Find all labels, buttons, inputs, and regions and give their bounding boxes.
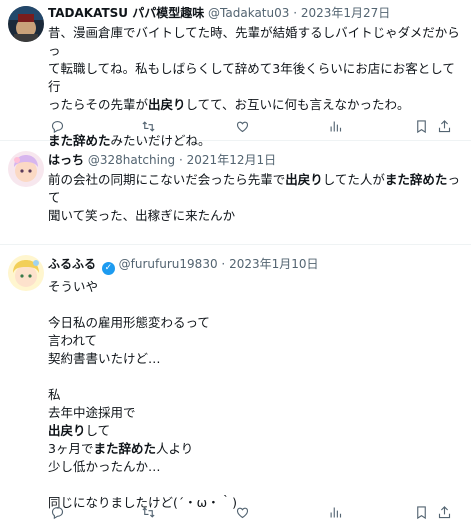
tweet-header: TADAKATSU パパ模型趣味 @Tadakatu03 · 2023年1月27… xyxy=(48,6,391,20)
tweet-line: そういや xyxy=(48,279,99,294)
tweet-line: 出戻りして xyxy=(48,423,111,438)
tweet-line: ったらその先輩が出戻りしてて、お互いに何も言えなかったわ。 xyxy=(48,97,410,112)
tweet-line: 私 xyxy=(48,387,61,402)
timestamp[interactable]: 2021年12月1日 xyxy=(187,153,276,167)
tweet-line: 聞いて笑った、出稼ぎに来たんか xyxy=(48,208,236,223)
retweet-icon[interactable] xyxy=(139,503,157,521)
handle[interactable]: @Tadakatu03 xyxy=(208,6,289,20)
tweet-line: 3ヶ月でまた辞めた人より xyxy=(48,441,194,456)
share-icon[interactable] xyxy=(435,117,453,135)
reply-icon[interactable] xyxy=(48,117,66,135)
reply-icon[interactable] xyxy=(48,503,66,521)
tweet-header: はっち @328hatching · 2021年12月1日 xyxy=(48,153,277,167)
avatar[interactable] xyxy=(8,6,44,42)
display-name[interactable]: ふるふる xyxy=(48,257,96,271)
bookmark-icon[interactable] xyxy=(412,117,430,135)
timestamp[interactable]: 2023年1月10日 xyxy=(229,257,318,271)
tweet-line: 前の会社の同期にこないだ会ったら先輩で出戻りしてた人がまた辞めたって xyxy=(48,172,460,205)
display-name[interactable]: TADAKATSU パパ模型趣味 xyxy=(48,6,204,20)
tweet[interactable]: TADAKATSU パパ模型趣味 @Tadakatu03 · 2023年1月27… xyxy=(0,0,471,148)
tweet-line: て転職してね。私もしばらくして辞めて3年後くらいにお店にお客として行 xyxy=(48,61,455,94)
handle[interactable]: @328hatching xyxy=(88,153,175,167)
tweet-line: 去年中途採用で xyxy=(48,405,136,420)
tweet-line: 少し低かったんか… xyxy=(48,459,161,474)
tweet-header: ふるふる ✓ @furufuru19830 · 2023年1月10日 xyxy=(48,257,319,275)
like-icon[interactable] xyxy=(233,117,251,135)
tweet-line: 言われて xyxy=(48,333,98,348)
views-icon[interactable] xyxy=(326,117,344,135)
verified-badge-icon: ✓ xyxy=(101,262,115,275)
tweet-text: そういや 今日私の雇用形態変わるって 言われて 契約書書いたけど… 私 去年中途… xyxy=(48,278,463,512)
action-bar xyxy=(48,117,461,137)
tweet-line: 昔、漫画倉庫でバイトしてた時、先輩が結婚するしバイトじゃダメだからっ xyxy=(48,25,460,58)
share-icon[interactable] xyxy=(435,503,453,521)
tweet[interactable]: はっち @328hatching · 2021年12月1日 前の会社の同期にこな… xyxy=(0,141,471,245)
avatar[interactable] xyxy=(8,255,44,291)
display-name[interactable]: はっち xyxy=(48,153,84,167)
tweet-text: 前の会社の同期にこないだ会ったら先輩で出戻りしてた人がまた辞めたって 聞いて笑っ… xyxy=(48,171,463,225)
tweet-line: 契約書書いたけど… xyxy=(48,351,161,366)
like-icon[interactable] xyxy=(233,503,251,521)
action-bar xyxy=(48,503,461,523)
avatar[interactable] xyxy=(8,151,44,187)
retweet-icon[interactable] xyxy=(139,117,157,135)
timestamp[interactable]: 2023年1月27日 xyxy=(301,6,390,20)
tweet-line: 今日私の雇用形態変わるって xyxy=(48,315,210,330)
views-icon[interactable] xyxy=(326,503,344,521)
handle[interactable]: @furufuru19830 xyxy=(119,257,218,271)
bookmark-icon[interactable] xyxy=(412,503,430,521)
tweet[interactable]: ふるふる ✓ @furufuru19830 · 2023年1月10日 そういや … xyxy=(0,245,471,523)
